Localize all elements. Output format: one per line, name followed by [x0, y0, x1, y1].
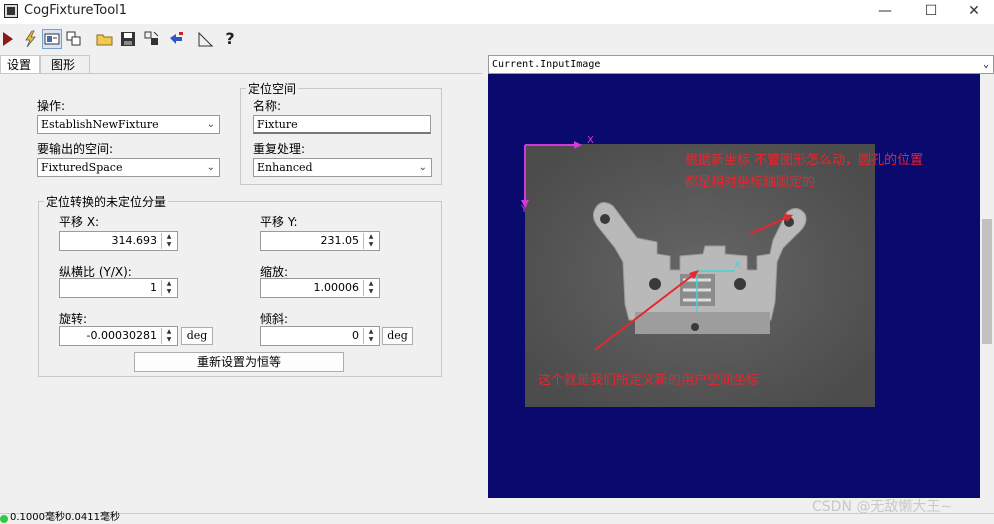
reset-icon[interactable]	[166, 29, 186, 49]
aspect-input[interactable]: 1 ▲ ▼	[59, 278, 178, 298]
minimize-button[interactable]: —	[862, 0, 908, 24]
status-ok-icon	[0, 515, 8, 523]
skew-value: 0	[352, 329, 359, 342]
chevron-down-icon: ⌄	[418, 162, 427, 173]
chevron-down-icon: ⌄	[206, 162, 215, 173]
close-button[interactable]: ✕	[954, 0, 994, 24]
open-icon[interactable]	[95, 29, 115, 49]
spin-buttons[interactable]: ▲ ▼	[161, 280, 176, 296]
name-input[interactable]: Fixture	[253, 115, 431, 134]
scale-input[interactable]: 1.00006 ▲ ▼	[260, 278, 380, 298]
rotation-value: -0.00030281	[86, 329, 157, 342]
skew-input[interactable]: 0 ▲ ▼	[260, 326, 380, 346]
spin-buttons[interactable]: ▲ ▼	[363, 328, 378, 344]
name-label: 名称:	[253, 99, 282, 113]
translation-x-value: 314.693	[111, 234, 158, 247]
scrollbar-thumb[interactable]	[982, 219, 992, 344]
operation-select[interactable]: EstablishNewFixture ⌄	[37, 115, 220, 134]
fixture-x-label: X	[734, 260, 741, 271]
status-text: 0.1000毫秒0.0411毫秒	[10, 512, 120, 523]
tab-divider	[0, 73, 482, 74]
run-icon[interactable]	[0, 29, 20, 49]
vertical-scrollbar[interactable]	[980, 74, 994, 498]
skew-label: 倾斜:	[260, 312, 289, 326]
output-space-label: 要输出的空间:	[37, 142, 114, 156]
axis-y-label: Y	[521, 204, 528, 215]
spin-buttons[interactable]: ▲ ▼	[161, 328, 176, 344]
translation-x-input[interactable]: 314.693 ▲ ▼	[59, 231, 178, 251]
annotation-bottom: 这个就是我们所定义新的用户空间坐标	[538, 373, 760, 388]
spin-buttons[interactable]: ▲ ▼	[363, 280, 378, 296]
translation-y-value: 231.05	[320, 234, 360, 247]
operation-value: EstablishNewFixture	[41, 118, 159, 131]
title-bar: CogFixtureTool1 — ☐ ✕	[0, 0, 994, 24]
output-space-value: FixturedSpace	[41, 161, 123, 174]
rotation-deg-button[interactable]: deg	[181, 327, 213, 345]
copy-icon[interactable]	[64, 29, 84, 49]
chevron-down-icon: ⌄	[982, 59, 989, 70]
axis-x-label: X	[587, 135, 594, 146]
rotation-input[interactable]: -0.00030281 ▲ ▼	[59, 326, 178, 346]
translation-y-label: 平移 Y:	[260, 215, 298, 229]
image-source-value: Current.InputImage	[492, 59, 601, 70]
translation-y-input[interactable]: 231.05 ▲ ▼	[260, 231, 380, 251]
duplicate-label: 重复处理:	[253, 142, 306, 156]
image-display[interactable]: X Y X 根据新坐标 不管图形怎么动，圆孔的位置 都是相对坐标轴固定的 这个就…	[488, 74, 980, 498]
duplicate-select[interactable]: Enhanced ⌄	[253, 158, 432, 177]
annotation-top-line2: 都是相对坐标轴固定的	[685, 175, 816, 190]
fixture-space-group-title: 定位空间	[246, 80, 299, 97]
scale-value: 1.00006	[313, 281, 360, 294]
tab-settings[interactable]: 设置	[0, 55, 40, 74]
app-icon	[4, 4, 18, 18]
transform-group-title: 定位转换的未定位分量	[44, 193, 169, 210]
chevron-down-icon: ⌄	[206, 119, 215, 130]
help-icon[interactable]: ?	[220, 29, 240, 49]
window-title: CogFixtureTool1	[24, 3, 128, 18]
aspect-value: 1	[150, 281, 157, 294]
rotation-label: 旋转:	[59, 312, 88, 326]
toolbar: ?	[0, 26, 994, 52]
translation-x-label: 平移 X:	[59, 215, 100, 229]
graphics-icon[interactable]	[142, 29, 162, 49]
status-bar: 0.1000毫秒0.0411毫秒	[0, 512, 994, 524]
skew-deg-button[interactable]: deg	[382, 327, 413, 345]
operation-label: 操作:	[37, 99, 66, 113]
tab-strip: 设置 图形	[0, 55, 482, 74]
output-space-select[interactable]: FixturedSpace ⌄	[37, 158, 220, 177]
reset-identity-button[interactable]: 重新设置为恒等	[134, 352, 344, 372]
spin-buttons[interactable]: ▲ ▼	[161, 233, 176, 249]
tab-graphics[interactable]: 图形	[40, 55, 90, 74]
duplicate-value: Enhanced	[257, 161, 313, 174]
root-axes	[521, 141, 582, 208]
annotation-top-line1: 根据新坐标 不管图形怎么动，圆孔的位置	[685, 153, 924, 168]
lightning-icon[interactable]	[20, 29, 40, 49]
maximize-button[interactable]: ☐	[908, 0, 954, 24]
spin-buttons[interactable]: ▲ ▼	[363, 233, 378, 249]
ruler-icon[interactable]	[196, 29, 216, 49]
show-image-icon[interactable]	[42, 29, 62, 49]
image-source-select[interactable]: Current.InputImage ⌄	[488, 55, 994, 74]
save-icon[interactable]	[118, 29, 138, 49]
